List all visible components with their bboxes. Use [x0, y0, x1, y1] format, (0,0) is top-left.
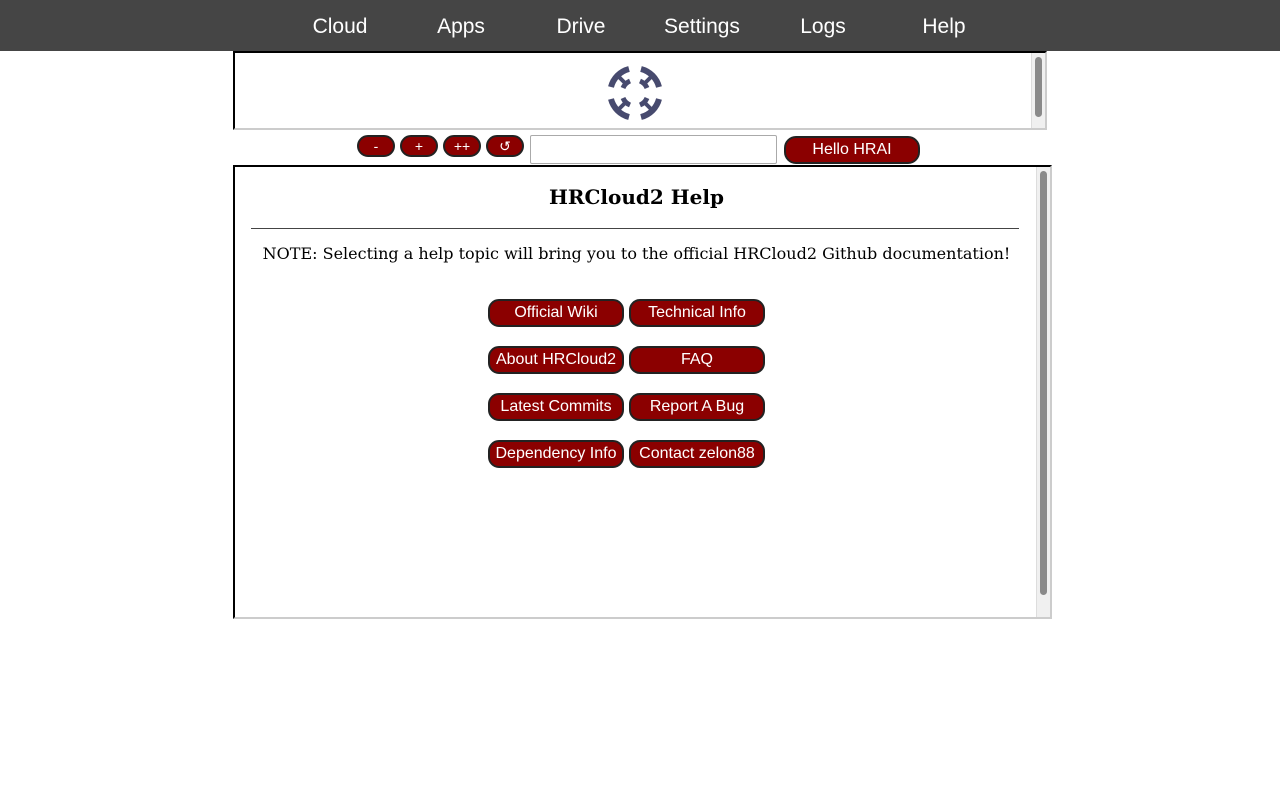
- hrai-input[interactable]: [530, 135, 777, 164]
- zoom-out-button[interactable]: -: [357, 135, 395, 157]
- nav-drive[interactable]: Drive: [541, 0, 621, 51]
- divider: [251, 228, 1019, 229]
- contact-zelon88-button[interactable]: Contact zelon88: [629, 440, 765, 468]
- dependency-info-button[interactable]: Dependency Info: [488, 440, 624, 468]
- logo-frame: [233, 51, 1047, 130]
- refresh-button[interactable]: ↺: [486, 135, 524, 157]
- latest-commits-button[interactable]: Latest Commits: [488, 393, 624, 421]
- logo-frame-scrollbar[interactable]: [1031, 53, 1045, 128]
- nav-help[interactable]: Help: [904, 0, 984, 51]
- help-note: NOTE: Selecting a help topic will bring …: [262, 244, 1011, 263]
- report-a-bug-button[interactable]: Report A Bug: [629, 393, 765, 421]
- about-hrcloud2-button[interactable]: About HRCloud2: [488, 346, 624, 374]
- top-navigation-bar: Cloud Apps Drive Settings Logs Help: [0, 0, 1280, 51]
- official-wiki-button[interactable]: Official Wiki: [488, 299, 624, 327]
- logo-frame-scrollbar-thumb[interactable]: [1035, 57, 1042, 117]
- technical-info-button[interactable]: Technical Info: [629, 299, 765, 327]
- hrcloud-logo-icon[interactable]: [603, 61, 667, 125]
- content-frame-scrollbar[interactable]: [1036, 167, 1050, 617]
- zoom-in-more-button[interactable]: ++: [443, 135, 481, 157]
- faq-button[interactable]: FAQ: [629, 346, 765, 374]
- nav-logs[interactable]: Logs: [783, 0, 863, 51]
- page-title: HRCloud2 Help: [549, 185, 724, 209]
- nav-settings[interactable]: Settings: [657, 0, 747, 51]
- content-frame-scrollbar-thumb[interactable]: [1040, 171, 1047, 595]
- hello-hrai-button[interactable]: Hello HRAI: [784, 136, 920, 164]
- nav-cloud[interactable]: Cloud: [300, 0, 380, 51]
- help-content-frame: HRCloud2 Help NOTE: Selecting a help top…: [233, 165, 1052, 619]
- nav-apps[interactable]: Apps: [421, 0, 501, 51]
- zoom-in-button[interactable]: +: [400, 135, 438, 157]
